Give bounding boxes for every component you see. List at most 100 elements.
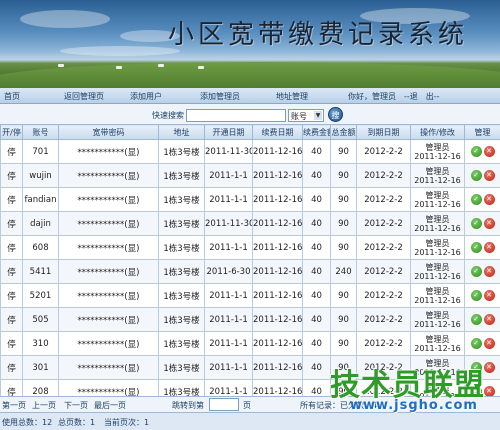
table-row: 停 608 ***********(显) 1栋3号楼 2011-1-1 2011-12-1… xyxy=(0,235,500,260)
manage-cell: ✓✕ xyxy=(464,187,500,212)
pager-first-link[interactable]: 第一页 xyxy=(2,400,26,411)
operator-name: 管理员 xyxy=(425,238,450,248)
header-banner: 小区宽带缴费记录系统 xyxy=(0,0,500,88)
password-cell[interactable]: ***********(显) xyxy=(58,163,159,188)
table-row: 停 701 ***********(显) 1栋3号楼 2011-11-30 2011-12… xyxy=(0,139,500,164)
status-cell[interactable]: 停 xyxy=(0,235,23,260)
delete-x-icon[interactable]: ✕ xyxy=(483,338,495,349)
renew-date-cell: 2011-12-16 xyxy=(252,331,303,356)
pagination-bar: 第一页 上一页 下一页 最后一页 跳转到第 页 所有记录：已欠款：4 xyxy=(0,396,500,412)
address-cell: 1栋3号楼 xyxy=(158,163,205,188)
search-field-selected: 账号 xyxy=(291,112,307,121)
password-cell[interactable]: ***********(显) xyxy=(58,355,159,380)
delete-x-icon[interactable]: ✕ xyxy=(483,170,495,181)
operator-cell: 管理员2011-12-16 xyxy=(410,307,465,332)
column-header: 操作/修改 xyxy=(410,124,465,140)
pager-last-link[interactable]: 最后一页 xyxy=(94,400,126,411)
status-cell[interactable]: 停 xyxy=(0,187,23,212)
operator-name: 管理员 xyxy=(425,358,450,368)
operator-cell: 管理员2011-12-16 xyxy=(410,283,465,308)
renew-amount-cell: 40 xyxy=(302,139,331,164)
operator-name: 管理员 xyxy=(425,142,450,152)
password-cell[interactable]: ***********(显) xyxy=(58,283,159,308)
delete-x-icon[interactable]: ✕ xyxy=(483,146,495,157)
page-jump-input[interactable] xyxy=(209,398,239,411)
expire-date-cell: 2012-2-2 xyxy=(356,211,411,236)
total-amount-cell: 90 xyxy=(330,187,357,212)
status-cell[interactable]: 停 xyxy=(0,211,23,236)
table-row: 停 wujin ***********(显) 1栋3号楼 2011-1-1 2011-12… xyxy=(0,163,500,188)
renew-amount-cell: 40 xyxy=(302,211,331,236)
expire-date-cell: 2012-2-2 xyxy=(356,187,411,212)
status-cell[interactable]: 停 xyxy=(0,139,23,164)
password-cell[interactable]: ***********(显) xyxy=(58,139,159,164)
edit-check-icon[interactable]: ✓ xyxy=(470,170,482,181)
modified-date: 2011-12-16 xyxy=(414,151,461,161)
address-cell: 1栋3号楼 xyxy=(158,211,205,236)
search-input[interactable] xyxy=(186,109,286,122)
password-cell[interactable]: ***********(显) xyxy=(58,235,159,260)
renew-date-cell: 2011-12-16 xyxy=(252,307,303,332)
address-cell: 1栋3号楼 xyxy=(158,307,205,332)
operator-name: 管理员 xyxy=(425,190,450,200)
modified-date: 2011-12-16 xyxy=(414,343,461,353)
account-cell: 310 xyxy=(22,331,59,356)
edit-check-icon[interactable]: ✓ xyxy=(470,242,482,253)
password-cell[interactable]: ***********(显) xyxy=(58,259,159,284)
search-button[interactable]: 搜 xyxy=(328,107,343,122)
operator-name: 管理员 xyxy=(425,166,450,176)
open-date-cell: 2011-1-1 xyxy=(204,307,253,332)
delete-x-icon[interactable]: ✕ xyxy=(483,266,495,277)
status-cell[interactable]: 停 xyxy=(0,355,23,380)
edit-check-icon[interactable]: ✓ xyxy=(470,146,482,157)
status-cell[interactable]: 停 xyxy=(0,283,23,308)
table-row: 停 fandian ***********(显) 1栋3号楼 2011-1-1 2011-… xyxy=(0,187,500,212)
delete-x-icon[interactable]: ✕ xyxy=(483,218,495,229)
address-cell: 1栋3号楼 xyxy=(158,355,205,380)
nav-return-admin-link[interactable]: 返回管理页 xyxy=(64,91,104,102)
password-cell[interactable]: ***********(显) xyxy=(58,187,159,212)
table-row: 停 5201 ***********(显) 1栋3号楼 2011-1-1 2011-12-… xyxy=(0,283,500,308)
edit-check-icon[interactable]: ✓ xyxy=(470,338,482,349)
table-row: 停 5411 ***********(显) 1栋3号楼 2011-6-30 2011-12… xyxy=(0,259,500,284)
status-cell[interactable]: 停 xyxy=(0,307,23,332)
status-cell[interactable]: 停 xyxy=(0,259,23,284)
edit-check-icon[interactable]: ✓ xyxy=(470,362,482,373)
pager-prev-link[interactable]: 上一页 xyxy=(32,400,56,411)
open-date-cell: 2011-1-1 xyxy=(204,355,253,380)
nav-home-link[interactable]: 首页 xyxy=(4,91,20,102)
operator-name: 管理员 xyxy=(425,262,450,272)
status-cell[interactable]: 停 xyxy=(0,163,23,188)
edit-check-icon[interactable]: ✓ xyxy=(470,314,482,325)
password-cell[interactable]: ***********(显) xyxy=(58,331,159,356)
edit-check-icon[interactable]: ✓ xyxy=(470,218,482,229)
nav-logout-link[interactable]: --退 出-- xyxy=(404,91,440,102)
manage-cell: ✓✕ xyxy=(464,331,500,356)
delete-x-icon[interactable]: ✕ xyxy=(483,194,495,205)
pager-next-link[interactable]: 下一页 xyxy=(64,400,88,411)
search-field-select[interactable]: 账号 ▼ xyxy=(288,109,324,122)
status-cell[interactable]: 停 xyxy=(0,331,23,356)
nav-address-manage-link[interactable]: 地址管理 xyxy=(276,91,308,102)
edit-check-icon[interactable]: ✓ xyxy=(470,290,482,301)
password-cell[interactable]: ***********(显) xyxy=(58,211,159,236)
renew-amount-cell: 40 xyxy=(302,187,331,212)
table-row: 停 301 ***********(显) 1栋3号楼 2011-1-1 2011-12-1… xyxy=(0,355,500,380)
table-row: 停 310 ***********(显) 1栋3号楼 2011-1-1 2011-12-1… xyxy=(0,331,500,356)
operator-cell: 管理员2011-12-16 xyxy=(410,331,465,356)
delete-x-icon[interactable]: ✕ xyxy=(483,314,495,325)
column-header: 开通日期 xyxy=(204,124,253,140)
grassland-hill xyxy=(0,62,500,88)
delete-x-icon[interactable]: ✕ xyxy=(483,290,495,301)
modified-date: 2011-12-16 xyxy=(414,223,461,233)
search-label: 快速搜索 xyxy=(152,111,184,120)
edit-check-icon[interactable]: ✓ xyxy=(470,266,482,277)
delete-x-icon[interactable]: ✕ xyxy=(483,242,495,253)
edit-check-icon[interactable]: ✓ xyxy=(470,194,482,205)
nav-add-user-link[interactable]: 添加用户 xyxy=(130,91,162,102)
nav-add-admin-link[interactable]: 添加管理员 xyxy=(200,91,240,102)
manage-cell: ✓✕ xyxy=(464,283,500,308)
delete-x-icon[interactable]: ✕ xyxy=(483,362,495,373)
password-cell[interactable]: ***********(显) xyxy=(58,307,159,332)
modified-date: 2011-12-16 xyxy=(414,199,461,209)
